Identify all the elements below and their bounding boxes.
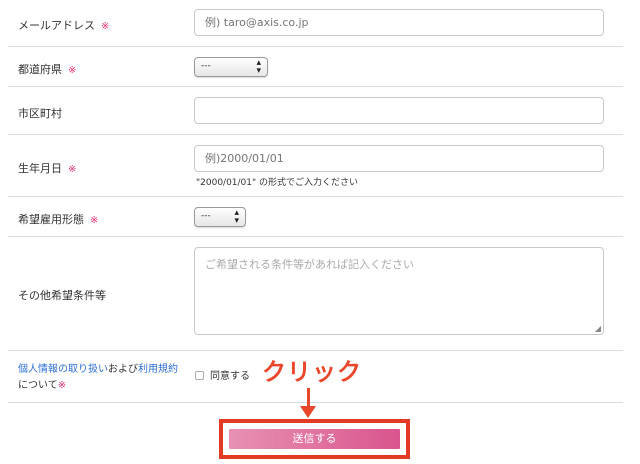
agree-label[interactable]: 同意する <box>210 367 250 382</box>
employment-type-row: 希望雇用形態 ※ <box>8 197 623 237</box>
prefecture-select[interactable]: --- ▴ ▾ <box>194 57 268 77</box>
select-arrows-icon: ▴ ▾ <box>256 58 261 76</box>
required-mark: ※ <box>57 380 67 391</box>
employment-type-label: 希望雇用形態 ※ <box>18 213 99 226</box>
click-callout: クリック <box>262 358 362 386</box>
required-mark: ※ <box>101 21 110 32</box>
submit-highlight-frame: 送信する <box>219 419 410 459</box>
birthdate-label: 生年月日 ※ <box>18 162 77 175</box>
city-field[interactable] <box>194 97 604 124</box>
down-arrowhead-icon <box>300 406 316 418</box>
down-arrow-icon <box>307 388 310 408</box>
submit-button[interactable]: 送信する <box>229 429 400 449</box>
required-mark: ※ <box>68 65 77 76</box>
city-label: 市区町村 <box>18 107 62 120</box>
resize-grip-icon[interactable]: ◢ <box>595 324 601 333</box>
birthdate-hint: "2000/01/01" の形式でご入力ください <box>196 178 359 188</box>
email-field[interactable] <box>194 9 604 36</box>
prefecture-label: 都道府県 ※ <box>18 63 77 76</box>
email-label: メールアドレス ※ <box>18 19 110 32</box>
privacy-label: 個人情報の取り扱いおよび利用規約 について※ <box>18 364 178 391</box>
select-arrows-icon: ▴ ▾ <box>234 208 239 226</box>
birthdate-field[interactable] <box>194 145 604 172</box>
employment-type-select[interactable]: --- ▴ ▾ <box>194 207 246 227</box>
other-conditions-label: その他希望条件等 <box>18 289 106 302</box>
privacy-policy-link[interactable]: 個人情報の取り扱い <box>18 364 108 375</box>
required-mark: ※ <box>90 215 99 226</box>
prefecture-row: 都道府県 ※ <box>8 47 623 87</box>
other-conditions-textarea[interactable]: ご希望される条件等があれば記入ください ◢ <box>194 247 604 335</box>
terms-link[interactable]: 利用規約 <box>138 364 178 375</box>
required-mark: ※ <box>68 164 77 175</box>
agree-checkbox[interactable] <box>195 371 204 380</box>
